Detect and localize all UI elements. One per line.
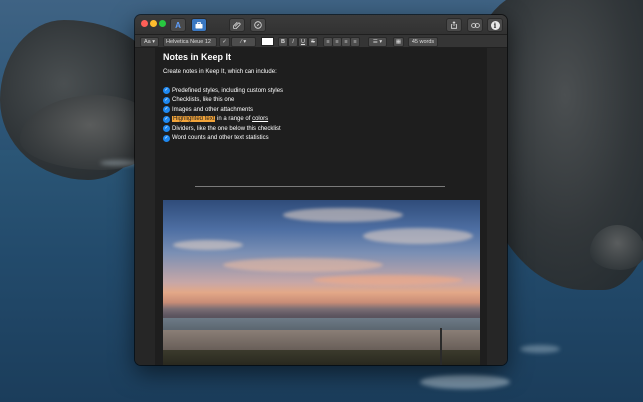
- list-icon: ☰: [372, 39, 378, 45]
- attach-button[interactable]: [229, 18, 245, 32]
- checklist-item-text: Word counts and other text statistics: [172, 135, 269, 141]
- photo-cloud: [223, 258, 383, 272]
- table-button[interactable]: ▦: [393, 37, 404, 47]
- compass-icon: [254, 21, 262, 29]
- justify-button[interactable]: ≡: [350, 37, 360, 47]
- italic-label: I: [292, 39, 294, 45]
- photo-cloud: [173, 240, 243, 250]
- checklist-item[interactable]: ✓ Images and other attachments: [163, 105, 253, 114]
- checkbox-checked-icon[interactable]: ✓: [163, 115, 170, 123]
- info-button[interactable]: i: [487, 18, 503, 32]
- horizontal-divider: [195, 186, 445, 187]
- keep-it-window: A i Aa ▾ Helvetica Neue 12 ✓ ⁄ ▾ B I U S…: [135, 15, 507, 365]
- checklist-item[interactable]: ✓ Predefined styles, including custom st…: [163, 86, 283, 95]
- justify-icon: ≡: [353, 39, 357, 45]
- note-intro[interactable]: Create notes in Keep It, which can inclu…: [163, 69, 277, 75]
- font-menu[interactable]: Helvetica Neue 12: [163, 37, 217, 47]
- info-icon: i: [490, 20, 500, 30]
- link-button[interactable]: [467, 18, 483, 32]
- share-icon: [451, 21, 457, 29]
- paragraph-style-menu[interactable]: Aa ▾: [140, 37, 159, 47]
- underline-label: U: [301, 39, 305, 45]
- underline-button[interactable]: U: [298, 37, 308, 47]
- link-icon: [470, 22, 480, 28]
- checklist-item-text: Images and other attachments: [172, 106, 254, 113]
- editor-margin-left: [135, 48, 155, 365]
- photo-dunes: [163, 350, 480, 365]
- checklist-item-text: Highlighted text in a range of colors: [172, 116, 268, 122]
- checkbox-checked-icon[interactable]: ✓: [163, 125, 170, 132]
- minimize-window-button[interactable]: [150, 20, 157, 27]
- font-menu-label: Helvetica Neue 12: [166, 39, 211, 45]
- align-left-icon: ≡: [326, 39, 330, 45]
- underlined-text: colors: [252, 116, 269, 122]
- close-window-button[interactable]: [141, 20, 148, 27]
- italic-button[interactable]: I: [288, 37, 298, 47]
- checklist-item-text: Checklists, like this one: [172, 97, 235, 103]
- chevron-down-icon: ▾: [379, 39, 383, 45]
- editor-margin-right: [487, 48, 507, 365]
- checklist-item-text: Dividers, like the one below this checkl…: [172, 125, 281, 132]
- paperclip-icon: [233, 21, 241, 29]
- format-bar: Aa ▾ Helvetica Neue 12 ✓ ⁄ ▾ B I U S ≡ ≡…: [135, 35, 507, 48]
- chevron-down-icon: ▾: [152, 39, 156, 45]
- word-count-button[interactable]: 45 words: [408, 37, 438, 47]
- bold-button[interactable]: B: [278, 37, 288, 47]
- photo-sea: [163, 318, 480, 330]
- wallpaper-foam: [520, 345, 560, 353]
- photo-cloud: [283, 208, 403, 222]
- window-titlebar[interactable]: A i: [135, 15, 507, 35]
- strikethrough-button[interactable]: S: [308, 37, 318, 47]
- checklist-item[interactable]: ✓ Checklists, like this one: [163, 96, 234, 105]
- bold-label: B: [281, 39, 285, 45]
- note-title[interactable]: Notes in Keep It: [163, 52, 231, 62]
- navigate-button[interactable]: [250, 18, 266, 32]
- chevron-down-icon: ▾: [243, 39, 247, 45]
- text-style-icon: A: [175, 20, 181, 30]
- font-color-button[interactable]: A: [170, 18, 186, 32]
- checklist-item[interactable]: ✓ Highlighted text in a range of colors: [163, 115, 268, 124]
- photo-pole: [440, 328, 442, 365]
- checkbox-checked-icon[interactable]: ✓: [163, 134, 170, 142]
- photo-cloud: [363, 228, 473, 244]
- note-editor[interactable]: Notes in Keep It Create notes in Keep It…: [155, 48, 487, 365]
- wallpaper-foam: [420, 375, 510, 389]
- grid-icon: ▦: [395, 39, 402, 45]
- checklist-item[interactable]: ✓ Word counts and other text statistics: [163, 134, 269, 143]
- checkbox-checked-icon[interactable]: ✓: [163, 87, 170, 94]
- checklist-item-text: Predefined styles, including custom styl…: [172, 87, 284, 94]
- briefcase-icon: [195, 21, 203, 28]
- checkbox-checked-icon[interactable]: ✓: [163, 96, 170, 104]
- color-swatch[interactable]: [261, 37, 274, 46]
- checklist-item[interactable]: ✓ Dividers, like the one below this chec…: [163, 124, 281, 133]
- highlighted-text: Highlighted text: [172, 116, 216, 122]
- share-button[interactable]: [446, 18, 462, 32]
- photo-cloud: [313, 275, 463, 285]
- style-menu-label: Aa: [143, 39, 151, 45]
- align-right-icon: ≡: [344, 39, 348, 45]
- text-color-menu[interactable]: ✓: [219, 37, 230, 47]
- highlight-color-menu[interactable]: ⁄ ▾: [231, 37, 256, 47]
- zoom-window-button[interactable]: [159, 20, 166, 27]
- checklist-item-text-middle: in a range of: [215, 116, 253, 122]
- image-attachment[interactable]: [163, 200, 480, 365]
- share-attachments-button[interactable]: [191, 18, 207, 32]
- checkbox-checked-icon[interactable]: ✓: [163, 106, 170, 113]
- marker-icon: ⁄: [240, 39, 242, 45]
- strikethrough-label: S: [311, 39, 315, 45]
- wallpaper-rock: [590, 225, 643, 270]
- word-count-label: 45 words: [411, 39, 435, 45]
- list-style-menu[interactable]: ☰ ▾: [368, 37, 387, 47]
- checkmark-icon: ✓: [222, 39, 227, 45]
- align-center-icon: ≡: [335, 39, 339, 45]
